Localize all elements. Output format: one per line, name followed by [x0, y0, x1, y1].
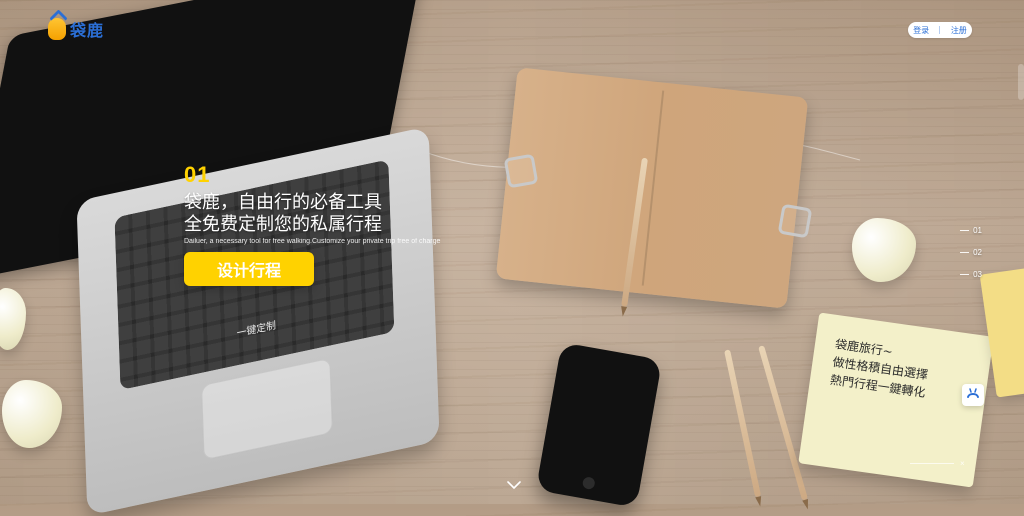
brand-name: 袋鹿 — [70, 23, 105, 40]
pager-label-01: 01 — [973, 225, 982, 235]
phone-home-button — [581, 476, 596, 491]
pager-label-02: 02 — [973, 247, 982, 257]
deer-bag-icon — [48, 18, 66, 40]
auth-separator — [939, 26, 941, 34]
pager-item-01[interactable]: 01 — [960, 222, 984, 238]
mini-ui: × — [910, 456, 976, 470]
hero-index: 01 — [184, 162, 211, 187]
hero-title-line-2: 全免费定制您的私属行程 — [184, 214, 382, 235]
deer-icon — [967, 388, 979, 398]
binder-clip-right — [777, 203, 813, 239]
top-bar: 袋鹿 登录 注册 — [0, 0, 1024, 60]
sticky-note-text: 袋鹿旅行~ 做性格積自由選擇 熱門行程一鍵轉化 — [829, 335, 975, 408]
assistant-button[interactable] — [962, 384, 984, 406]
mini-line — [910, 462, 954, 464]
design-trip-button[interactable]: 设计行程 — [184, 252, 314, 286]
laptop-trackpad — [201, 357, 333, 461]
hero-title: 袋鹿，自由行的必备工具 全免费定制您的私属行程 — [184, 192, 524, 236]
hero-title-line-1: 袋鹿，自由行的必备工具 — [184, 192, 382, 213]
hero-subtitle: Dailuer, a necessary tool for free walki… — [184, 238, 441, 245]
laptop-key-label: 一键定制 — [236, 320, 277, 340]
right-scroll-indicator[interactable] — [1018, 64, 1024, 100]
pager-item-02[interactable]: 02 — [960, 244, 984, 260]
section-pager: 01 02 03 — [960, 222, 984, 300]
auth-pill: 登录 注册 — [908, 22, 972, 38]
close-icon[interactable]: × — [960, 459, 965, 468]
register-link[interactable]: 注册 — [951, 25, 967, 36]
brand-logo[interactable]: 袋鹿 — [48, 14, 112, 44]
pager-item-03[interactable]: 03 — [960, 266, 984, 282]
scroll-down-button[interactable] — [504, 476, 524, 494]
chevron-down-icon — [507, 481, 521, 489]
pager-label-03: 03 — [973, 269, 982, 279]
pager-bar — [960, 251, 970, 253]
pager-bar — [960, 273, 970, 275]
notebook — [495, 67, 809, 309]
pager-bar — [960, 229, 970, 231]
login-link[interactable]: 登录 — [913, 25, 929, 36]
